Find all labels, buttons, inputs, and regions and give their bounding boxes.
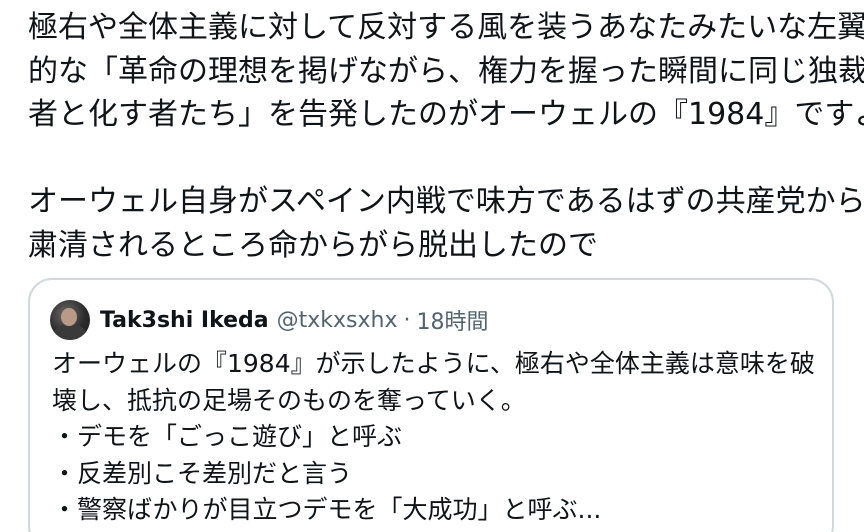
tweet-text-line: 的な「革命の理想を掲げながら、権力を握った瞬間に同じ独裁 — [28, 53, 864, 89]
quoted-display-name[interactable]: Tak3shi Ikeda — [100, 308, 269, 333]
avatar-body-shape — [54, 324, 86, 340]
quoted-text-line: ・警察ばかりが目立つデモを「大成功」と呼ぶ... — [52, 495, 602, 524]
tweet-text-line: 者と化す者たち」を告発したのがオーウェルの『1984』ですよ — [28, 97, 864, 132]
quoted-text-line: オーウェルの『1984』が示したように、極右や全体主義は意味を破 — [52, 349, 815, 378]
tweet-text-line: 粛清されるところ命からがら脱出したので — [28, 227, 598, 263]
quoted-tweet-header: Tak3shi Ikeda @txkxsxhx · 18時間 — [50, 298, 489, 342]
avatar-face-shape — [61, 308, 77, 326]
quoted-handle[interactable]: @txkxsxhx — [277, 308, 398, 333]
quoted-tweet-text: オーウェルの『1984』が示したように、極右や全体主義は意味を破 壊し、抵抗の足… — [52, 346, 822, 529]
quoted-text-line: ・デモを「ごっこ遊び」と呼ぶ — [52, 422, 403, 451]
tweet-text-line: 極右や全体主義に対して反対する風を装うあなたみたいな左翼 — [28, 10, 864, 45]
tweet-text: 極右や全体主義に対して反対する風を装うあなたみたいな左翼 的な「革命の理想を掲げ… — [28, 6, 864, 267]
quoted-text-line: ・反差別こそ差別だと言う — [52, 458, 353, 488]
avatar[interactable] — [50, 300, 90, 340]
tweet: 極右や全体主義に対して反対する風を装うあなたみたいな左翼 的な「革命の理想を掲げ… — [0, 0, 864, 532]
quoted-tweet-card[interactable]: Tak3shi Ikeda @txkxsxhx · 18時間 オーウェルの『19… — [28, 278, 834, 532]
quoted-text-line: 壊し、抵抗の足場そのものを奪っていく。 — [52, 385, 526, 415]
separator-dot: · — [403, 307, 411, 333]
tweet-text-line: オーウェル自身がスペイン内戦で味方であるはずの共産党から — [28, 184, 864, 219]
quoted-timestamp[interactable]: 18時間 — [417, 304, 489, 336]
